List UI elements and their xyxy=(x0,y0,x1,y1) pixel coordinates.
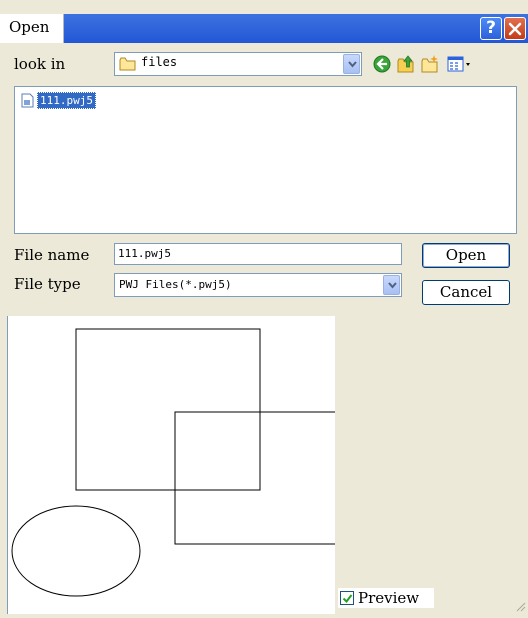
open-button[interactable]: Open xyxy=(422,243,510,268)
look-in-dropdown[interactable]: files xyxy=(114,52,362,76)
close-button[interactable] xyxy=(504,17,526,40)
file-name-label: File name xyxy=(14,246,90,264)
preview-pane xyxy=(7,316,335,614)
folder-icon xyxy=(119,57,136,71)
file-type-value: PWJ Files(*.pwj5) xyxy=(119,278,232,291)
file-type-dropdown[interactable]: PWJ Files(*.pwj5) xyxy=(114,273,402,297)
file-type-dropdown-arrow[interactable] xyxy=(383,275,400,295)
dialog-title: Open xyxy=(9,18,50,36)
title-bar-strip xyxy=(64,14,528,43)
resize-grip-icon[interactable] xyxy=(516,602,526,612)
open-dialog: Open ? look in files 111.pwj5 File name … xyxy=(0,0,528,614)
preview-ellipse xyxy=(11,505,141,597)
file-list[interactable]: 111.pwj5 xyxy=(14,86,517,234)
file-icon xyxy=(21,93,34,108)
preview-rect-1 xyxy=(75,328,261,491)
help-icon: ? xyxy=(486,18,496,38)
title-tab: Open xyxy=(0,14,64,43)
preview-label: Preview xyxy=(358,589,420,607)
up-folder-icon[interactable] xyxy=(396,54,416,74)
look-in-dropdown-arrow[interactable] xyxy=(343,54,360,74)
new-folder-icon[interactable] xyxy=(420,54,440,74)
preview-checkbox[interactable] xyxy=(340,591,354,605)
chevron-down-icon xyxy=(348,61,357,68)
help-button[interactable]: ? xyxy=(480,17,502,40)
check-icon xyxy=(342,594,353,604)
file-name-input[interactable]: 111.pwj5 xyxy=(114,243,402,265)
look-in-label: look in xyxy=(14,55,66,73)
list-item[interactable]: 111.pwj5 xyxy=(20,92,96,109)
view-menu-icon[interactable] xyxy=(446,54,472,74)
chevron-down-icon xyxy=(388,282,397,289)
look-in-value: files xyxy=(141,55,178,69)
preview-rect-2 xyxy=(174,411,335,545)
cancel-button[interactable]: Cancel xyxy=(422,280,510,305)
close-icon xyxy=(508,22,522,36)
file-type-label: File type xyxy=(14,275,81,293)
preview-checkbox-row[interactable]: Preview xyxy=(338,588,434,608)
file-item-name: 111.pwj5 xyxy=(37,92,96,109)
preview-drawing xyxy=(11,328,335,597)
title-bar: Open ? xyxy=(0,0,528,43)
back-icon[interactable] xyxy=(372,54,392,74)
